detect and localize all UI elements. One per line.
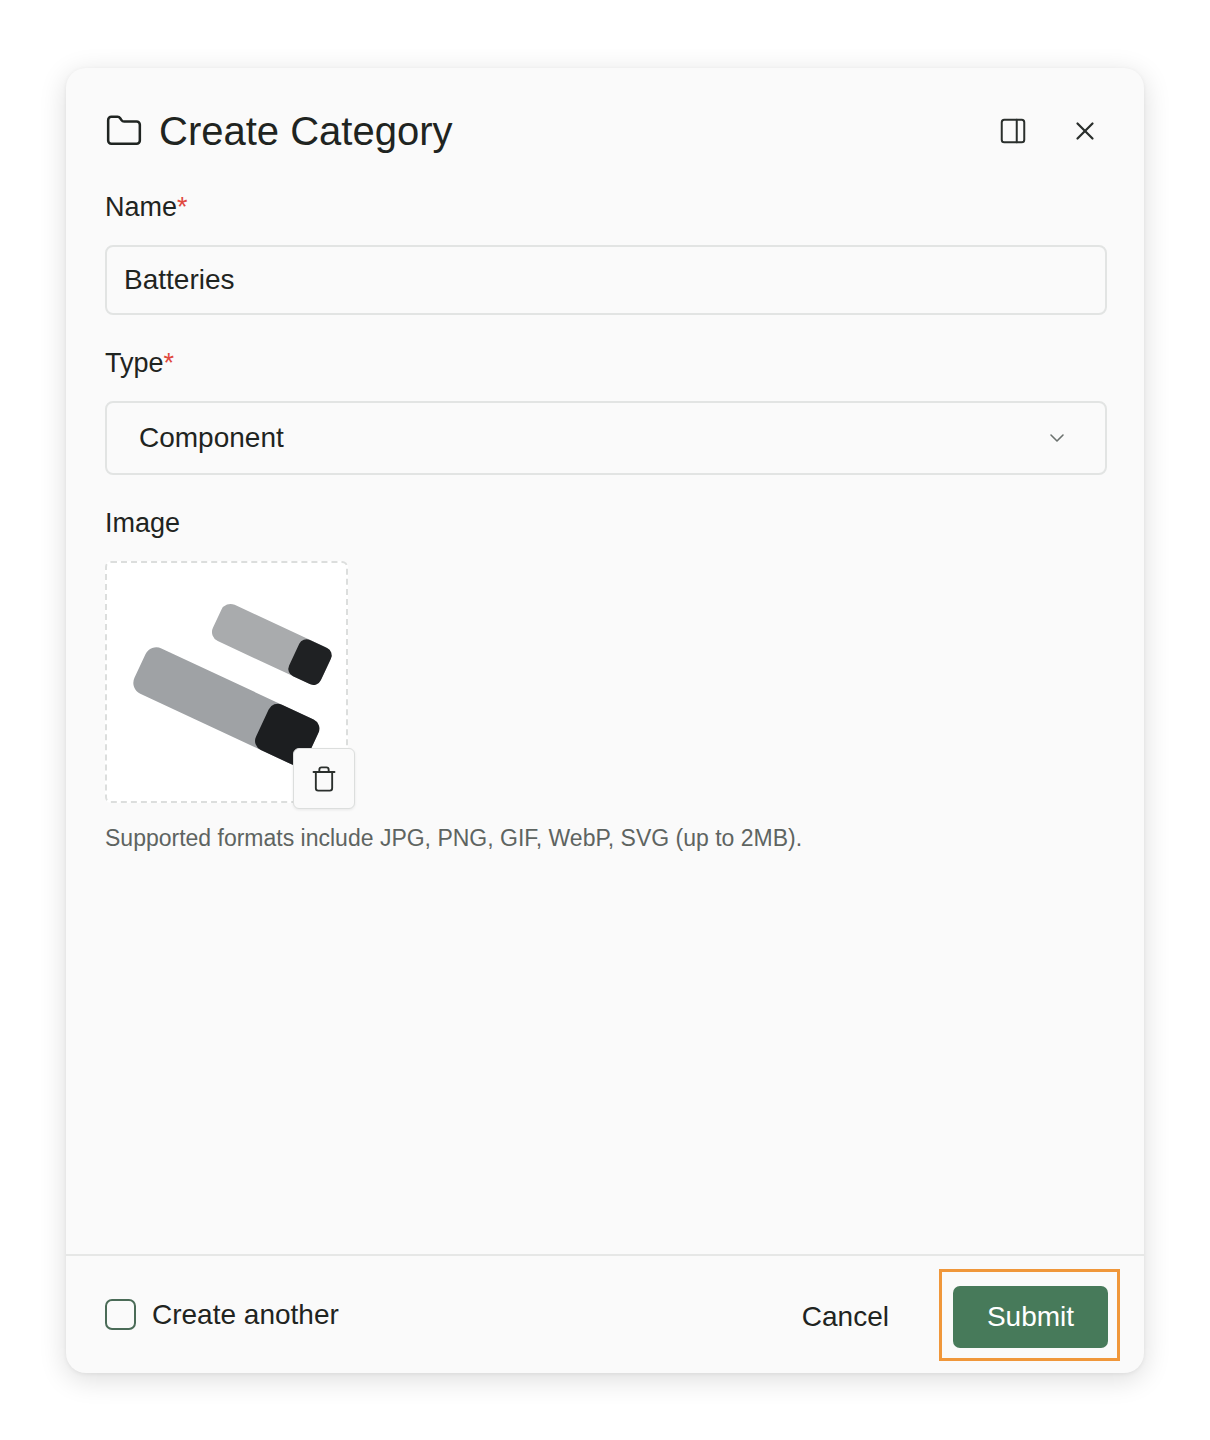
type-select[interactable]: Component <box>105 401 1107 475</box>
side-panel-icon <box>998 116 1028 146</box>
image-helper-text: Supported formats include JPG, PNG, GIF,… <box>105 823 1107 853</box>
submit-button[interactable]: Submit <box>953 1286 1108 1348</box>
dialog-footer: Create another Cancel Submit <box>66 1254 1144 1373</box>
name-input[interactable]: Batteries <box>105 245 1107 315</box>
create-category-dialog: Create Category Name* Batteries Type* Compon… <box>66 68 1144 1373</box>
chevron-down-icon <box>1045 426 1069 450</box>
image-upload <box>105 561 355 809</box>
image-label: Image <box>105 507 1107 539</box>
required-mark: * <box>164 348 175 378</box>
folder-icon <box>105 112 143 150</box>
select-value: Component <box>107 422 1045 454</box>
side-panel-button[interactable] <box>991 109 1035 153</box>
cancel-button[interactable]: Cancel <box>798 1286 893 1348</box>
button-highlight: Cancel <box>784 1269 905 1361</box>
delete-image-button[interactable] <box>293 748 355 809</box>
dialog-body: Create Category Name* Batteries Type* Compon… <box>66 68 1144 1254</box>
dialog-header: Create Category <box>105 108 1107 154</box>
checkbox-box[interactable] <box>105 1299 136 1330</box>
field-label: Name* <box>105 191 1107 223</box>
button-highlight: Submit <box>939 1269 1120 1361</box>
close-icon <box>1070 116 1100 146</box>
field-label: Type* <box>105 347 1107 379</box>
trash-icon <box>310 765 338 793</box>
checkbox-label: Create another <box>152 1299 339 1331</box>
input-value: Batteries <box>107 264 235 296</box>
page: Create Category Name* Batteries Type* Compon… <box>0 0 1210 1440</box>
close-button[interactable] <box>1063 109 1107 153</box>
required-mark: * <box>177 192 188 222</box>
create-another-checkbox[interactable]: Create another <box>105 1299 750 1331</box>
dialog-title: Create Category <box>159 108 991 154</box>
